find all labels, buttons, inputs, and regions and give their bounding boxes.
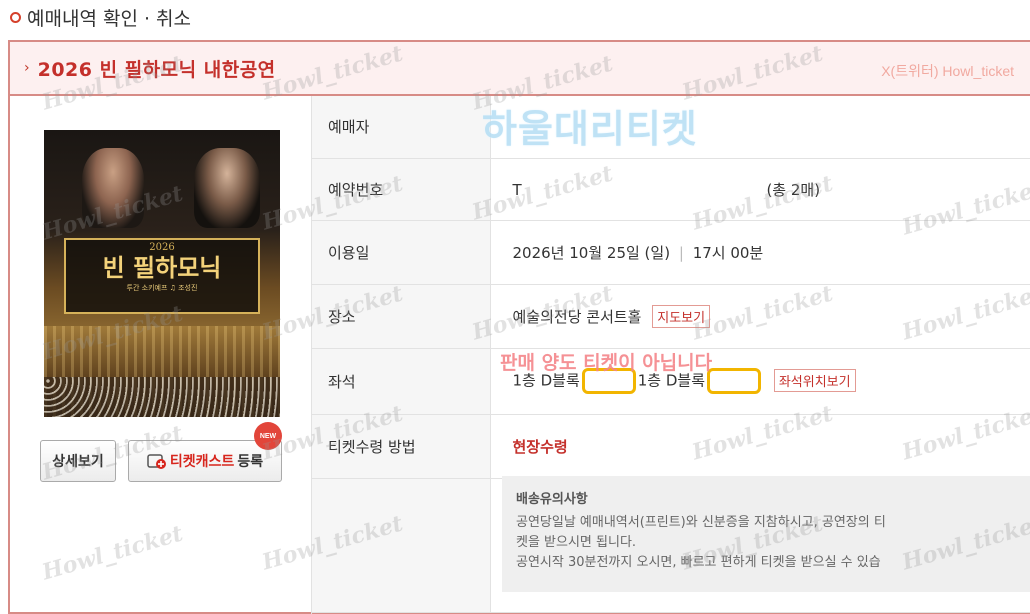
delivery-title: 배송유의사항 <box>516 492 588 507</box>
seat-2-redacted <box>707 368 762 394</box>
venue-label: 장소 <box>312 284 491 349</box>
poster-subtitle: 투간 소키예프 ♫ 조성진 <box>126 284 198 292</box>
page-title: 예매내역 확인 · 취소 <box>27 8 191 30</box>
ticketcast-label: 티켓캐스트 <box>169 454 235 470</box>
poster-name: 빈 필하모닉 <box>102 253 222 282</box>
table-row: 예약번호 T (총 2매) <box>312 158 1030 221</box>
pianist-image <box>194 148 260 228</box>
new-badge: NEW <box>254 422 282 450</box>
divider: | <box>678 243 684 262</box>
booker-label: 예매자 <box>312 96 491 159</box>
venue-cell: 예술의전당 콘서트홀 지도보기 <box>490 284 1030 349</box>
performance-poster[interactable]: 2026 빈 필하모닉 투간 소키예프 ♫ 조성진 <box>44 130 280 417</box>
pickup-label: 티켓수령 방법 <box>312 414 491 479</box>
reservation-label: 예약번호 <box>312 158 491 221</box>
date-value: 2026년 10월 25일 (일) <box>512 243 671 262</box>
pickup-value: 현장수령 <box>512 437 568 456</box>
venue-value: 예술의전당 콘서트홀 <box>512 307 642 326</box>
poster-title-frame: 2026 빈 필하모닉 투간 소키예프 ♫ 조성진 <box>64 238 260 314</box>
delivery-notice: 배송유의사항 공연당일날 예매내역서(프린트)와 신분증을 지참하시고, 공연장… <box>502 476 1030 592</box>
empty-label <box>312 478 491 613</box>
table-row: 장소 예술의전당 콘서트홀 지도보기 <box>312 284 1030 349</box>
delivery-line: 공연시작 30분전까지 오시면, 빠르고 편하게 티켓을 받으실 수 있습 <box>516 555 881 570</box>
concert-hall-image <box>44 326 280 417</box>
poster-column: 2026 빈 필하모닉 투간 소키예프 ♫ 조성진 상세보기 티켓캐스트 등록 N… <box>10 96 312 614</box>
brand-watermark: 하울대리티켓 <box>482 107 698 151</box>
pickup-cell: 현장수령 <box>490 414 1030 479</box>
page-header: 예매내역 확인 · 취소 <box>10 4 191 31</box>
time-value: 17시 00분 <box>692 243 764 262</box>
date-label: 이용일 <box>312 220 491 285</box>
date-cell: 2026년 10월 25일 (일) | 17시 00분 <box>490 220 1030 285</box>
chevron-right-icon: › <box>24 60 30 76</box>
seat-label: 좌석 <box>312 348 491 415</box>
conductor-image <box>82 148 144 228</box>
table-row: 티켓수령 방법 현장수령 <box>312 414 1030 479</box>
performance-title: 2026 빈 필하모닉 내한공연 <box>37 58 276 81</box>
register-label: 등록 <box>237 454 264 470</box>
not-for-sale-notice: 판매 양도 티켓이 아닙니다 <box>500 352 713 374</box>
detail-view-label: 상세보기 <box>52 454 104 470</box>
reservation-number: T <box>512 180 522 199</box>
table-row: 이용일 2026년 10월 25일 (일) | 17시 00분 <box>312 220 1030 285</box>
orchestra-image <box>44 377 280 417</box>
delivery-line: 켓을 받으시면 됩니다. <box>516 535 637 550</box>
title-bar: › 2026 빈 필하모닉 내한공연 X(트위터) Howl_ticket <box>10 42 1030 96</box>
bullet-circle-icon <box>10 12 21 23</box>
ticket-plus-icon <box>147 454 166 469</box>
detail-view-button[interactable]: 상세보기 <box>40 440 116 482</box>
twitter-handle: X(트위터) Howl_ticket <box>881 63 1014 79</box>
venue-map-button[interactable]: 지도보기 <box>652 304 711 328</box>
reservation-cell: T (총 2매) <box>490 158 1030 221</box>
delivery-line: 공연당일날 예매내역서(프린트)와 신분증을 지참하시고, 공연장의 티 <box>516 515 886 530</box>
ticket-count: (총 2매) <box>766 180 821 199</box>
poster-year: 2026 <box>149 242 175 253</box>
seat-map-button[interactable]: 좌석위치보기 <box>773 368 856 392</box>
